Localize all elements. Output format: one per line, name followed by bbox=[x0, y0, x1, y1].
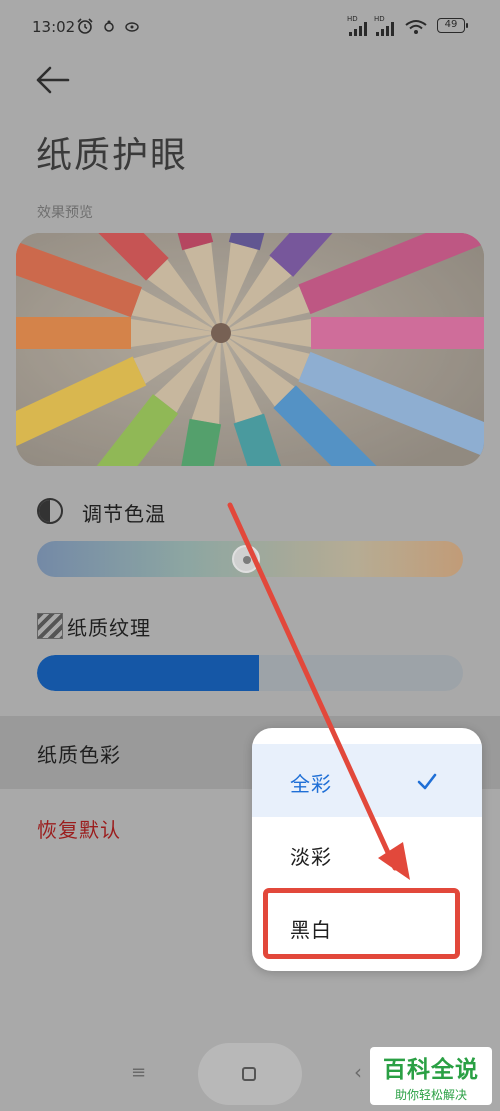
preview-image bbox=[16, 233, 484, 466]
popup-option-label: 淡彩 bbox=[290, 845, 332, 869]
color-temperature-label: 调节色温 bbox=[82, 502, 166, 526]
nav-home-button[interactable] bbox=[198, 1043, 302, 1105]
notification-app-icon bbox=[104, 20, 114, 32]
wifi-icon bbox=[405, 20, 427, 34]
chevron-left-icon[interactable]: ‹ bbox=[354, 1060, 362, 1084]
paper-texture-label: 纸质纹理 bbox=[67, 616, 151, 640]
paper-texture-fill bbox=[37, 655, 259, 691]
paper-texture-slider[interactable] bbox=[37, 655, 463, 691]
page-title: 纸质护眼 bbox=[36, 135, 189, 176]
restore-default-button[interactable]: 恢复默认 bbox=[37, 814, 121, 843]
popup-option-label: 全彩 bbox=[290, 772, 332, 796]
half-circle-icon bbox=[37, 498, 63, 524]
color-temperature-thumb[interactable] bbox=[231, 545, 260, 573]
annotation-highlight-box bbox=[263, 888, 460, 959]
arrow-left-icon[interactable] bbox=[30, 62, 74, 98]
status-time: 13:02 bbox=[32, 18, 76, 36]
watermark-sub: 助你轻松解决 bbox=[394, 1088, 467, 1102]
status-bar: 13:02 HD HD 49 bbox=[0, 0, 500, 52]
notification-app2-icon bbox=[125, 22, 139, 32]
preview-label: 效果预览 bbox=[37, 205, 93, 221]
check-icon bbox=[417, 773, 437, 790]
texture-stripes-icon bbox=[37, 613, 63, 639]
battery-level: 49 bbox=[444, 19, 458, 30]
popup-option-full-color[interactable]: 全彩 bbox=[252, 744, 482, 817]
watermark-main: 百科全说 bbox=[383, 1057, 479, 1083]
menu-lines-icon[interactable]: ≡ bbox=[131, 1062, 146, 1083]
paper-color-label: 纸质色彩 bbox=[37, 743, 121, 767]
colored-pencils-illustration bbox=[16, 233, 484, 466]
cell-signal-1-icon bbox=[349, 22, 367, 36]
color-temperature-slider[interactable] bbox=[37, 541, 463, 577]
square-home-icon bbox=[242, 1067, 256, 1081]
battery-indicator: 49 bbox=[437, 18, 468, 33]
alarm-icon bbox=[77, 18, 93, 34]
cell-signal-2-icon bbox=[376, 22, 394, 36]
popup-option-light-color[interactable]: 淡彩 bbox=[252, 817, 482, 890]
watermark-logo: 百科全说 助你轻松解决 bbox=[370, 1047, 492, 1105]
